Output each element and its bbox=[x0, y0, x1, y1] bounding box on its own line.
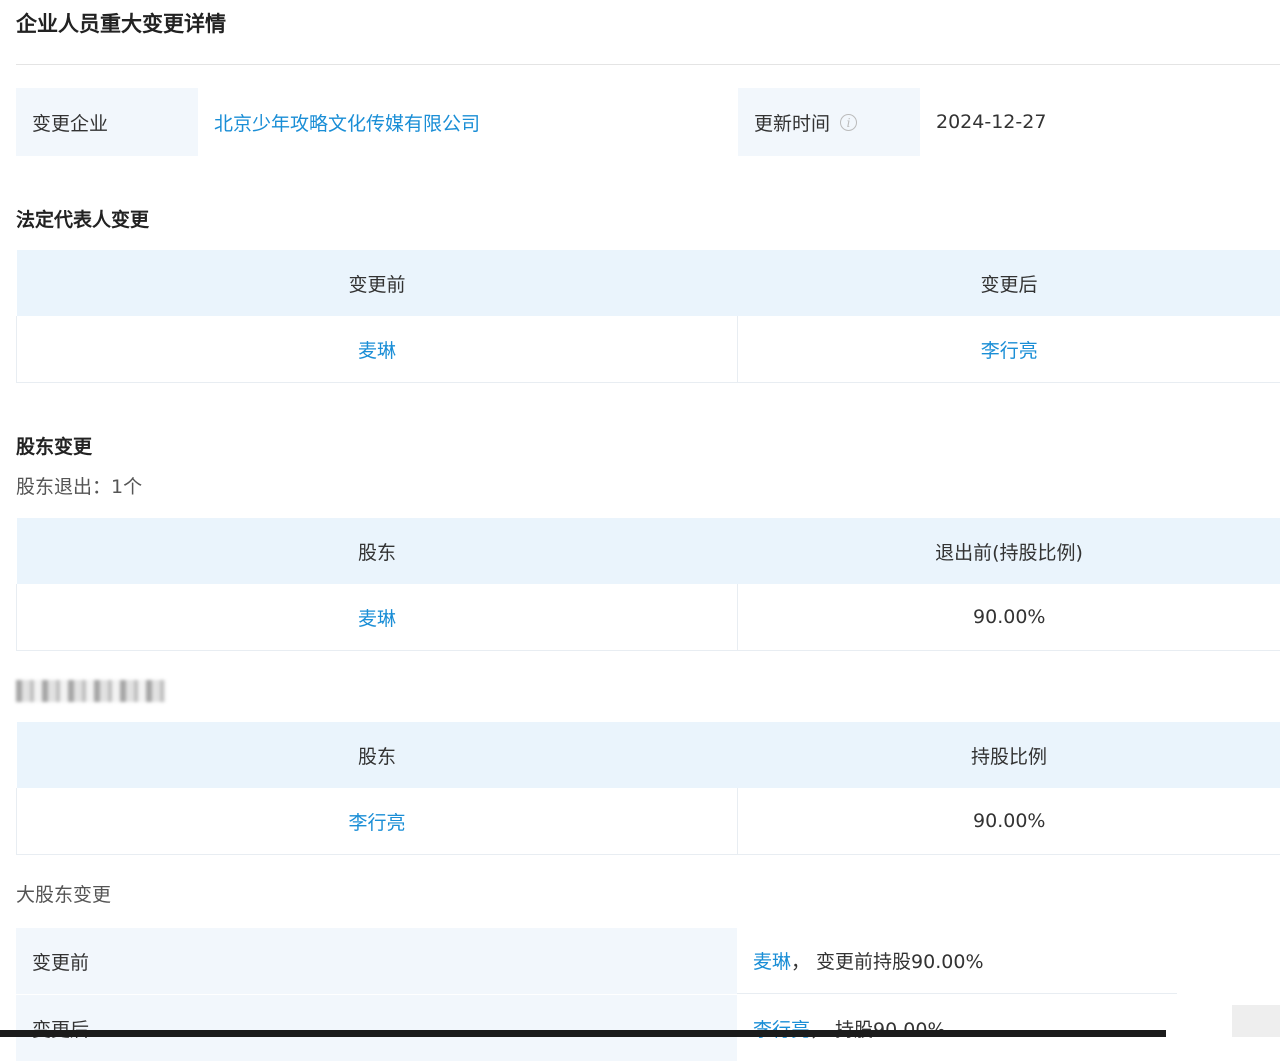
table-row: 李行亮 90.00% bbox=[17, 788, 1280, 855]
shareholder-new-table: 股东 持股比例 李行亮 90.00% bbox=[16, 722, 1280, 855]
company-info-row: 变更企业 北京少年攻略文化传媒有限公司 更新时间 i 2024-12-27 bbox=[16, 88, 1280, 156]
header-ratio: 持股比例 bbox=[738, 722, 1280, 788]
major-after-label: 变更后 bbox=[16, 995, 737, 1061]
table-row: 麦琳 90.00% bbox=[17, 584, 1280, 651]
shareholder-exit-count: 股东退出：1个 bbox=[16, 472, 142, 499]
major-after-value: 李行亮 ， 持股90.00% bbox=[737, 995, 1177, 1061]
header-exit-ratio: 退出前(持股比例) bbox=[738, 518, 1280, 584]
table-header-row: 股东 持股比例 bbox=[17, 722, 1280, 788]
major-after-row: 变更后 李行亮 ， 持股90.00% bbox=[16, 995, 1280, 1061]
company-value-cell: 北京少年攻略文化传媒有限公司 bbox=[198, 88, 738, 156]
legal-rep-section-title: 法定代表人变更 bbox=[16, 205, 149, 232]
major-before-value: 麦琳 ， 变更前持股90.00% bbox=[737, 928, 1177, 994]
table-header-row: 变更前 变更后 bbox=[17, 250, 1280, 316]
title-divider bbox=[16, 64, 1280, 65]
table-header-row: 股东 退出前(持股比例) bbox=[17, 518, 1280, 584]
legal-rep-table: 变更前 变更后 麦琳 李行亮 bbox=[16, 250, 1280, 383]
major-before-row: 变更前 麦琳 ， 变更前持股90.00% bbox=[16, 928, 1280, 994]
exit-shareholder-link[interactable]: 麦琳 bbox=[358, 608, 396, 630]
legal-rep-before-link[interactable]: 麦琳 bbox=[358, 340, 396, 362]
header-after: 变更后 bbox=[738, 250, 1280, 316]
new-shareholder-link[interactable]: 李行亮 bbox=[348, 812, 405, 834]
major-before-suffix: ， 变更前持股90.00% bbox=[791, 947, 984, 974]
update-time-label-cell: 更新时间 i bbox=[738, 88, 920, 156]
table-row: 麦琳 李行亮 bbox=[17, 316, 1280, 383]
company-label: 变更企业 bbox=[16, 88, 198, 156]
info-icon[interactable]: i bbox=[840, 114, 857, 131]
header-before: 变更前 bbox=[17, 250, 738, 316]
update-time-label: 更新时间 bbox=[754, 109, 830, 136]
shareholder-exit-table: 股东 退出前(持股比例) 麦琳 90.00% bbox=[16, 518, 1280, 651]
corner-overlay bbox=[1232, 1005, 1280, 1037]
company-name-link[interactable]: 北京少年攻略文化传媒有限公司 bbox=[214, 109, 480, 136]
major-after-link[interactable]: 李行亮 bbox=[753, 1015, 810, 1042]
header-shareholder: 股东 bbox=[17, 722, 738, 788]
shareholder-section-title: 股东变更 bbox=[16, 432, 92, 459]
bottom-overlay-bar bbox=[0, 1030, 1166, 1037]
blurred-text bbox=[16, 680, 166, 702]
update-time-value: 2024-12-27 bbox=[920, 88, 1280, 156]
legal-rep-after-link[interactable]: 李行亮 bbox=[981, 340, 1038, 362]
new-ratio-value: 90.00% bbox=[738, 788, 1280, 855]
exit-ratio-value: 90.00% bbox=[738, 584, 1280, 651]
page-title: 企业人员重大变更详情 bbox=[16, 8, 226, 38]
major-after-suffix: ， 持股90.00% bbox=[810, 1015, 946, 1042]
major-before-label: 变更前 bbox=[16, 928, 737, 994]
header-shareholder: 股东 bbox=[17, 518, 738, 584]
major-shareholder-title: 大股东变更 bbox=[16, 880, 111, 907]
major-before-link[interactable]: 麦琳 bbox=[753, 947, 791, 974]
